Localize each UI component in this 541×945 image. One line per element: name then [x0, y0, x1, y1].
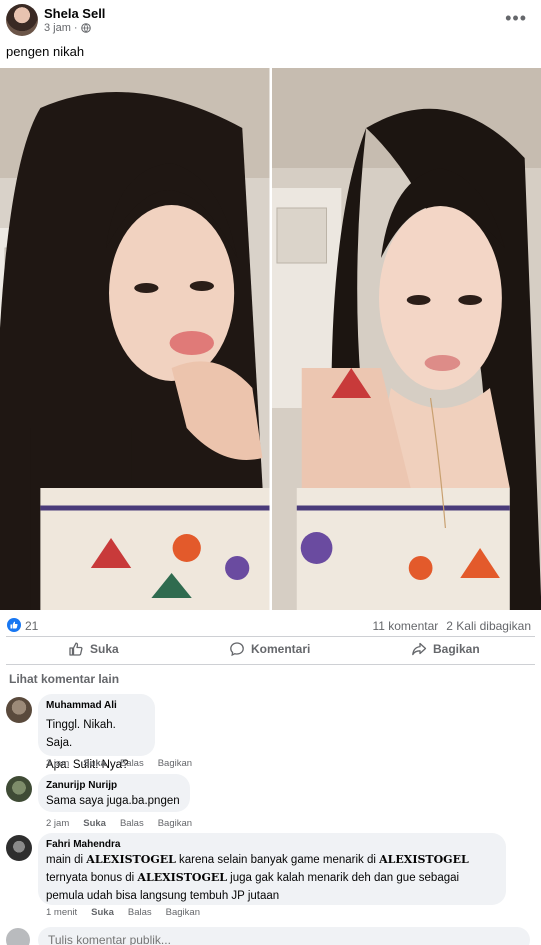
like-reaction-icon[interactable] — [7, 618, 21, 632]
share-count[interactable]: 2 Kali dibagikan — [446, 619, 531, 633]
comment-share-button[interactable]: Bagikan — [166, 907, 200, 918]
comment-meta: 2 jam Suka Balas Bagikan — [46, 818, 192, 829]
comment-time[interactable]: 3 jam — [46, 758, 69, 769]
comment-text-line: ternyata bonus di ALEXISTOGEL juga gak k… — [46, 869, 496, 887]
comment-bubble: Fahri Mahendra main di ALEXISTOGEL karen… — [38, 833, 506, 905]
post-caption: pengen nikah — [6, 44, 85, 59]
commenter-name[interactable]: Zanurijp Nurijp — [46, 780, 180, 791]
thumbs-up-icon — [69, 642, 83, 656]
comment-text-line: Sama saya juga.ba.pngen — [46, 795, 180, 807]
comment-composer — [0, 924, 541, 945]
comment-share-button[interactable]: Bagikan — [158, 758, 192, 769]
like-label: Suka — [90, 642, 119, 656]
comment-reply-button[interactable]: Balas — [120, 758, 144, 769]
share-arrow-icon — [412, 642, 427, 656]
comment-text: karena selain banyak game menarik di — [175, 854, 380, 866]
post-photo-1[interactable] — [0, 68, 270, 610]
comment-time[interactable]: 1 menit — [46, 907, 77, 918]
post-photo-2[interactable] — [271, 68, 541, 610]
comment-text: main di — [46, 854, 87, 866]
commenter-name[interactable]: Fahri Mahendra — [46, 839, 496, 850]
comment-label: Komentari — [251, 642, 311, 656]
comment-bubble-icon — [230, 642, 244, 657]
author-name[interactable]: Shela Sell — [44, 6, 105, 21]
more-options-icon[interactable]: ••• — [505, 8, 527, 29]
post-meta: 3 jam · — [44, 22, 91, 34]
comment-text-line: main di ALEXISTOGEL karena selain banyak… — [46, 851, 496, 869]
comment-text: ternyata bonus di — [46, 872, 138, 884]
like-button[interactable]: Suka — [68, 641, 119, 657]
comment-reply-button[interactable]: Balas — [120, 818, 144, 829]
share-button[interactable]: Bagikan — [411, 641, 480, 657]
meta-separator: · — [73, 22, 78, 34]
stats-right: 11 komentar 2 Kali dibagikan — [372, 619, 531, 633]
post-time[interactable]: 3 jam — [44, 22, 71, 34]
comment-share-button[interactable]: Bagikan — [158, 818, 192, 829]
post-header: Shela Sell 3 jam · ••• — [0, 0, 541, 40]
globe-icon — [80, 23, 91, 33]
comment-button[interactable]: Komentari — [229, 641, 310, 657]
photo-grid — [0, 68, 541, 610]
comment-text-line: Tinggl. Nikah. Saja. — [46, 719, 116, 749]
brand-mention: ALEXISTOGEL — [137, 871, 227, 884]
current-user-avatar — [6, 928, 30, 945]
post-stats: 21 11 komentar 2 Kali dibagikan — [0, 614, 541, 638]
comment-text: juga gak kalah menarik deh dan gue sebag… — [226, 872, 460, 884]
comment-meta: 3 jam Suka Balas Bagikan — [46, 758, 192, 769]
comment-like-button[interactable]: Suka — [83, 758, 106, 769]
commenter-avatar[interactable] — [6, 835, 32, 861]
comment-text-line: pemula udah bisa langsung tembuh JP juta… — [46, 890, 280, 902]
comment-bubble: Zanurijp Nurijp Sama saya juga.ba.pngen — [38, 774, 190, 812]
comment-like-button[interactable]: Suka — [83, 818, 106, 829]
brand-mention: ALEXISTOGEL — [379, 853, 469, 866]
comment-input[interactable] — [38, 927, 530, 945]
comment-meta: 1 menit Suka Balas Bagikan — [46, 907, 200, 918]
author-avatar[interactable] — [6, 4, 38, 36]
comment-time[interactable]: 2 jam — [46, 818, 69, 829]
comment-count[interactable]: 11 komentar — [372, 619, 438, 633]
post-actions: Suka Komentari Bagikan — [0, 636, 541, 664]
comment-bubble: Muhammad Ali Tinggl. Nikah. Saja. Apa. S… — [38, 694, 155, 771]
view-more-comments-link[interactable]: Lihat komentar lain — [9, 672, 119, 686]
comment-like-button[interactable]: Suka — [91, 907, 114, 918]
brand-mention: ALEXISTOGEL — [86, 853, 176, 866]
comment-reply-button[interactable]: Balas — [128, 907, 152, 918]
like-count[interactable]: 21 — [25, 619, 38, 633]
commenter-avatar[interactable] — [6, 776, 32, 802]
divider — [6, 664, 535, 665]
share-label: Bagikan — [433, 642, 480, 656]
commenter-avatar[interactable] — [6, 697, 32, 723]
commenter-name[interactable]: Muhammad Ali — [46, 700, 145, 711]
